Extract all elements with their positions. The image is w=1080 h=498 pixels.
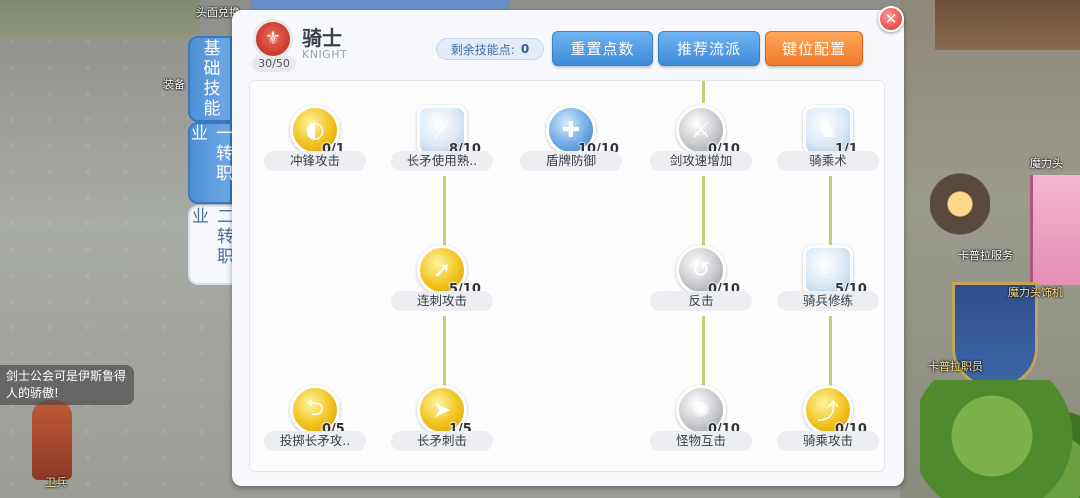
close-icon: ✕ [884, 10, 898, 28]
skill-name: 长矛使用熟.. [391, 151, 493, 171]
world-tree [920, 380, 1080, 498]
skill-name: 投掷长矛攻.. [264, 431, 366, 451]
tree-connector [702, 81, 705, 103]
skill-charge-riding[interactable]: ⤴ 0/10 骑乘攻击 [775, 385, 885, 453]
world-lamp [930, 168, 990, 248]
world-tag: 魔力头饰机 [1008, 286, 1063, 299]
knight-crest-icon: ⚜ [264, 28, 282, 49]
skill-points-label: 剩余技能点: [450, 42, 515, 57]
recommend-build-button[interactable]: 推荐流派 [658, 31, 760, 66]
world-tag: 卫兵 [45, 476, 67, 489]
npc-guard[interactable] [32, 400, 72, 480]
world-tag: 卡普拉职员 [928, 360, 983, 373]
job-title: 骑士 [302, 26, 342, 50]
button-label: 键位配置 [781, 40, 846, 58]
tab-label: 基础技能 [199, 39, 220, 119]
tab-first-job[interactable]: 一转职业 [187, 122, 232, 204]
world-tag: 装备 [163, 78, 185, 91]
world-house [935, 0, 1080, 50]
job-subtitle: KNIGHT [302, 48, 348, 61]
tree-connector [829, 316, 832, 386]
tree-connector [829, 176, 832, 246]
skill-shield-defense[interactable]: ✚ 10/10 盾牌防御 [518, 105, 628, 173]
skill-spear-mastery[interactable]: ⟋ 8/10 长矛使用熟.. [389, 105, 499, 173]
chat-line: 剑士公会可是伊斯鲁得 [6, 369, 127, 383]
skill-riding[interactable]: ♞ 1/1 骑乘术 [775, 105, 885, 173]
skill-two-hand-quicken[interactable]: ⚔ 0/10 剑攻速增加 [648, 105, 758, 173]
skill-name: 连刺攻击 [391, 291, 493, 311]
chat-line: 人的骄傲! [6, 386, 59, 400]
tab-second-job[interactable]: 二转职业 [188, 205, 233, 285]
skill-cavalier-mastery[interactable]: ♘ 5/10 骑兵修练 [775, 245, 885, 313]
skill-name: 反击 [650, 291, 752, 311]
reset-points-button[interactable]: 重置点数 [552, 31, 653, 66]
skill-counter-attack[interactable]: ↺ 0/10 反击 [648, 245, 758, 313]
skill-pierce[interactable]: ➚ 5/10 连刺攻击 [389, 245, 499, 313]
keybind-config-button[interactable]: 键位配置 [765, 31, 863, 66]
skill-name: 剑攻速增加 [650, 151, 752, 171]
tree-connector [443, 176, 446, 246]
skill-name: 骑兵修练 [777, 291, 879, 311]
skill-name: 冲锋攻击 [264, 151, 366, 171]
skill-name: 怪物互击 [650, 431, 752, 451]
skill-spear-stab[interactable]: ➤ 1/5 长矛刺击 [389, 385, 499, 453]
skill-brandish-spear[interactable]: ✺ 0/10 怪物互击 [648, 385, 758, 453]
skill-name: 骑乘攻击 [777, 431, 879, 451]
npc-chat-bubble: 剑士公会可是伊斯鲁得 人的骄傲! [0, 365, 134, 405]
button-label: 重置点数 [570, 40, 635, 58]
world-booth [1030, 175, 1080, 285]
skill-name: 盾牌防御 [520, 151, 622, 171]
tree-connector [702, 316, 705, 386]
skill-charge-attack[interactable]: ◐ 0/1 冲锋攻击 [262, 105, 372, 173]
skill-name: 骑乘术 [777, 151, 879, 171]
tree-connector [443, 316, 446, 386]
tab-label: 一转职业 [187, 124, 232, 184]
tab-basic-skills[interactable]: 基础技能 [188, 36, 232, 122]
tree-connector [702, 176, 705, 246]
job-level-badge: 30/50 [252, 56, 296, 72]
close-button[interactable]: ✕ [878, 6, 904, 32]
world-tag: 卡普拉服务 [958, 249, 1013, 262]
skill-name: 长矛刺击 [391, 431, 493, 451]
button-label: 推荐流派 [676, 40, 741, 58]
world-tag: 魔力头 [1030, 157, 1063, 170]
skill-points-display: 剩余技能点: 0 [436, 38, 544, 60]
skill-spear-throw[interactable]: ⮌ 0/5 投掷长矛攻.. [262, 385, 372, 453]
job-emblem-icon: ⚜ [253, 19, 293, 59]
skill-points-value: 0 [520, 42, 530, 56]
tab-label: 二转职业 [188, 207, 233, 267]
world-building [0, 0, 200, 40]
